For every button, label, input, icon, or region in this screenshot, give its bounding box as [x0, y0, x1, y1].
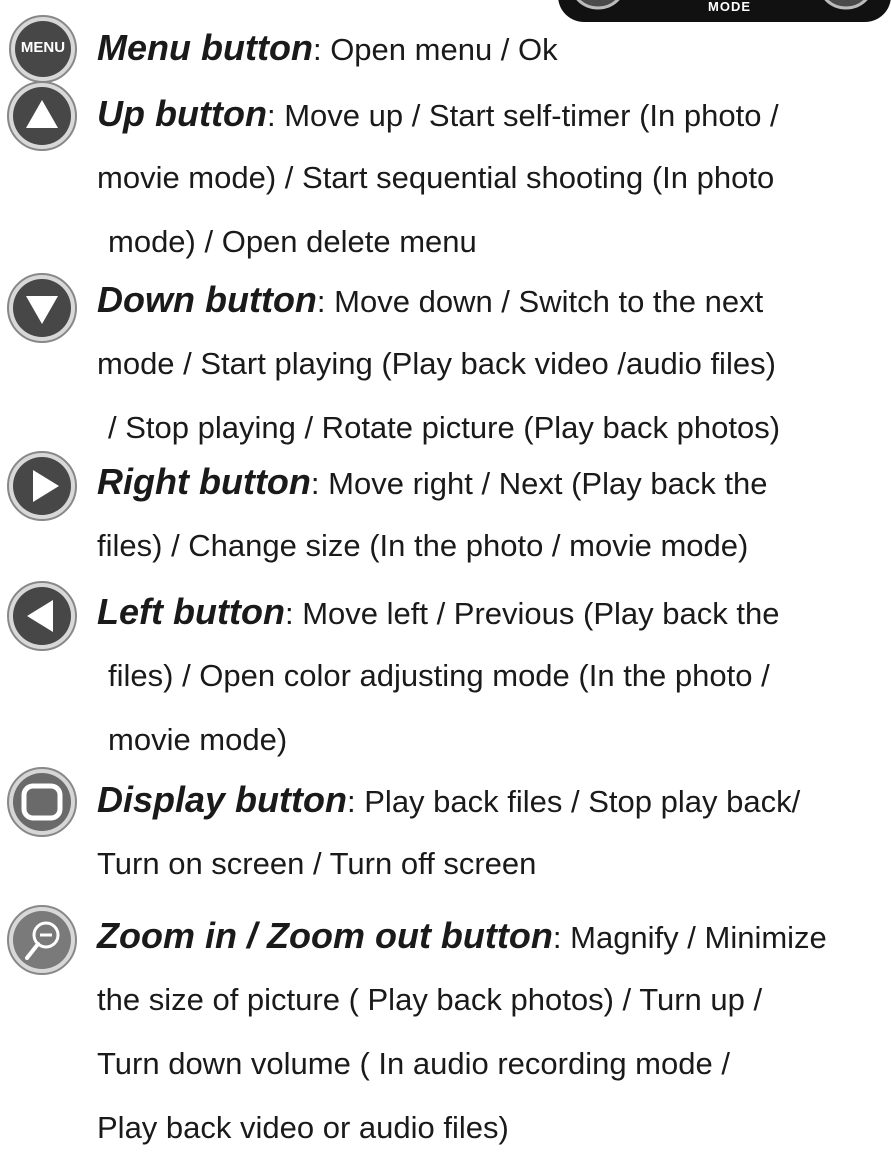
- entry-line: Move up / Start self-timer (In photo /: [284, 98, 779, 133]
- entry-line: Move right / Next (Play back the: [328, 466, 768, 501]
- down-arrow-button-icon: [6, 272, 78, 344]
- entry-line: Magnify / Minimize: [570, 920, 827, 955]
- entry-sep: :: [284, 596, 294, 631]
- entry-line: movie mode): [108, 722, 288, 757]
- entry-line: Play back files / Stop play back/: [364, 784, 801, 819]
- entry-title: Right button: [97, 461, 311, 502]
- entry-line: the size of picture ( Play back photos) …: [97, 982, 763, 1017]
- entry-line: Move left / Previous (Play back the: [302, 596, 780, 631]
- display-button-icon: [6, 766, 78, 838]
- entry-line: files) / Change size (In the photo / mov…: [97, 528, 749, 563]
- right-arrow-button-icon: [6, 450, 78, 522]
- menu-button-icon: MENU: [8, 14, 78, 84]
- left-arrow-button-icon: [6, 580, 78, 652]
- entry-title: Display button: [97, 779, 347, 820]
- entry-sep: :: [266, 98, 276, 133]
- entry-sep: :: [347, 784, 356, 819]
- entry-line: Open menu / Ok: [330, 32, 558, 67]
- up-arrow-button-icon: [6, 80, 78, 152]
- entry-line: Play back video or audio files): [97, 1110, 509, 1145]
- entry-title: Left button: [97, 591, 285, 632]
- mode-label: MODE: [708, 0, 751, 14]
- entry-sep: :: [316, 284, 326, 319]
- entry-title: Up button: [97, 93, 267, 134]
- entry-line: Turn on screen / Turn off screen: [97, 846, 537, 881]
- entry-line: Move down / Switch to the next: [334, 284, 764, 319]
- entry-line: mode) / Open delete menu: [108, 224, 477, 259]
- entry-title: Zoom in / Zoom out button: [97, 915, 553, 956]
- menu-icon-label: MENU: [20, 39, 66, 56]
- entry-title: Menu button: [97, 27, 313, 68]
- entry-sep: :: [312, 32, 322, 67]
- entry-sep: :: [552, 920, 562, 955]
- entry-sep: :: [310, 466, 320, 501]
- entry-line: mode / Start playing (Play back video /a…: [97, 346, 776, 381]
- entry-line: files) / Open color adjusting mode (In t…: [108, 658, 770, 693]
- zoom-button-icon: [6, 904, 78, 976]
- entry-line: Turn down volume ( In audio recording mo…: [97, 1046, 730, 1081]
- entry-title: Down button: [97, 279, 317, 320]
- entry-line: movie mode) / Start sequential shooting …: [97, 160, 775, 195]
